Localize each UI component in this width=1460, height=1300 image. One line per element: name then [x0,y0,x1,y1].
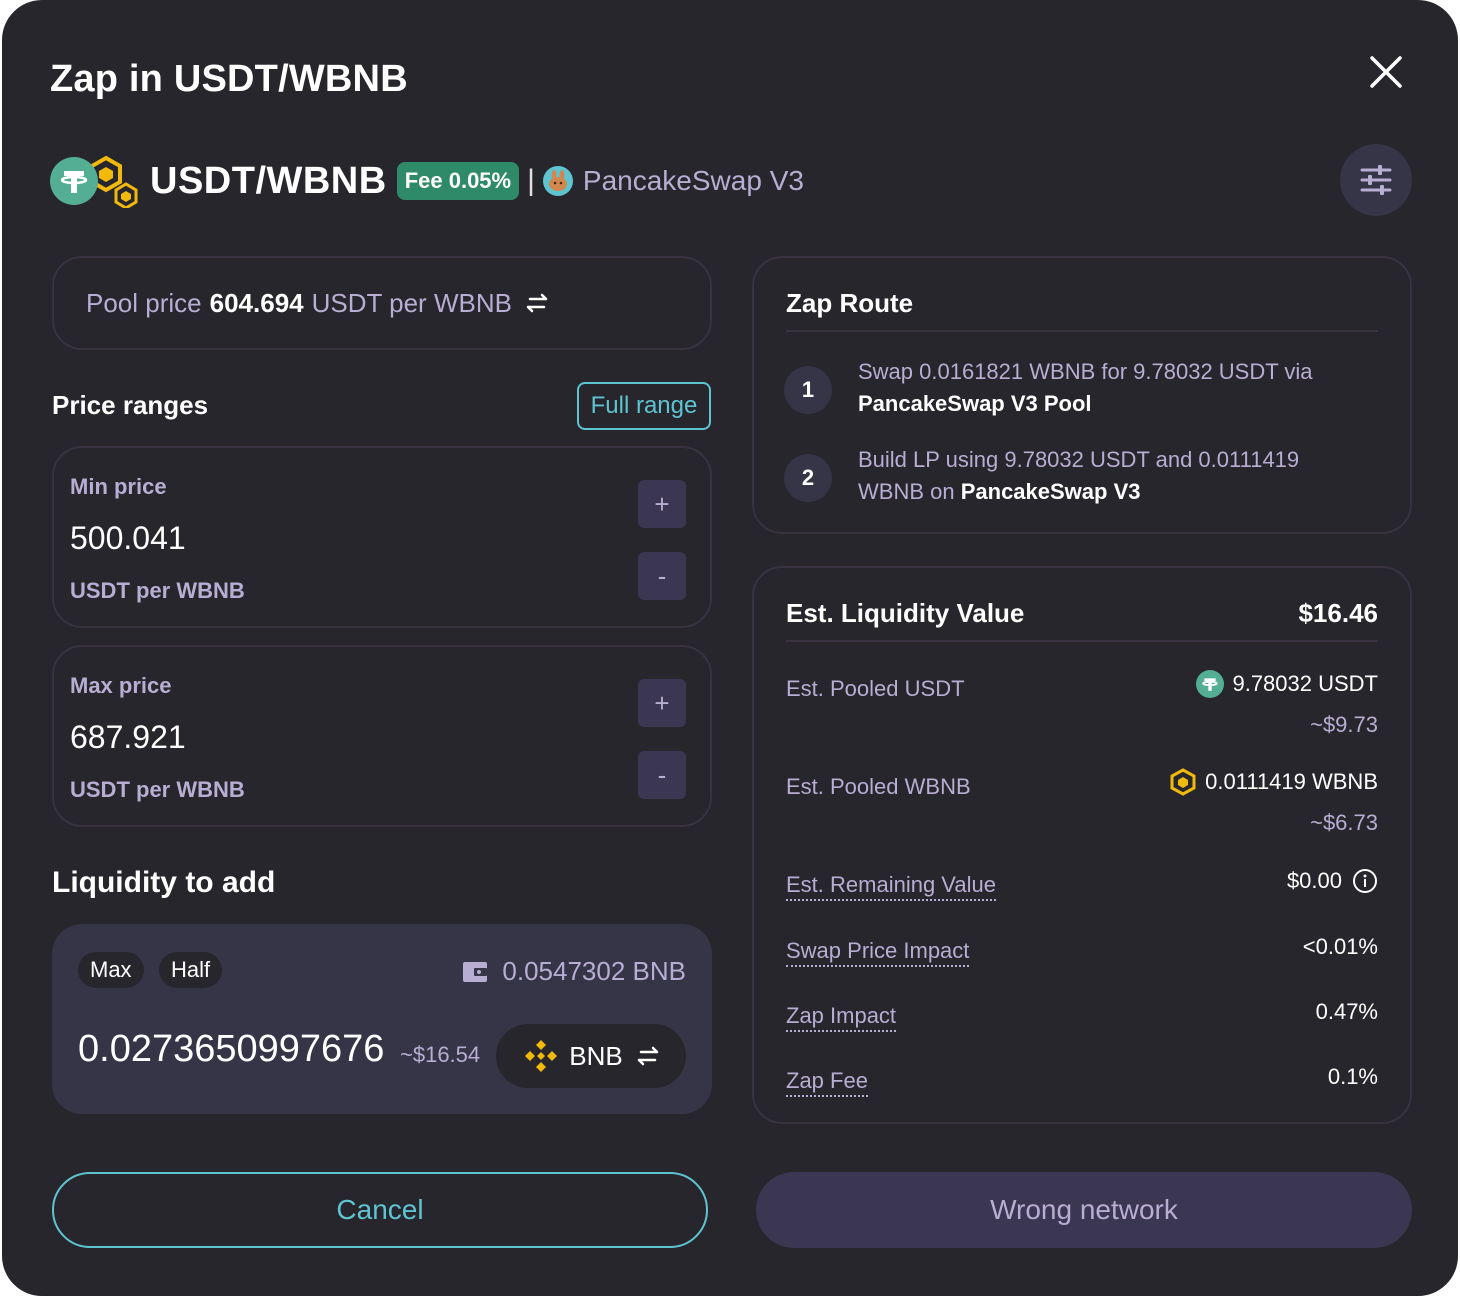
max-button[interactable]: Max [78,952,144,988]
swap-impact-value: <0.01% [1302,934,1378,959]
est-value-title: Est. Liquidity Value [786,598,1025,628]
max-price-unit: USDT per WBNB [70,777,245,802]
usdt-icon [50,157,98,205]
zap-route-title: Zap Route [786,288,914,318]
pooled-wbnb-label: Est. Pooled WBNB [786,774,971,799]
pooled-wbnb-usd: ~$6.73 [1310,810,1378,835]
remaining-value: $0.00 [1287,868,1378,894]
min-price-increase-button[interactable]: + [638,480,686,528]
est-value-total: $16.46 [1298,598,1378,628]
full-range-button[interactable]: Full range [577,382,711,430]
pooled-usdt-amount: 9.78032 USDT [1196,670,1378,698]
zap-modal: Zap in USDT/WBNB USDT/WBNB Fee 0.05% | P… [2,0,1458,1296]
swap-impact-text: Swap Price Impact [786,938,970,967]
max-price-decrease-button[interactable]: - [638,751,686,799]
estimated-value-card: Est. Liquidity Value $16.46 Est. Pooled … [752,566,1412,1124]
pooled-usdt-value: 9.78032 USDT [1232,671,1378,696]
route-step: Swap 0.0161821 WBNB for 9.78032 USDT via… [858,356,1358,420]
pair-name: USDT/WBNB [150,159,387,202]
pool-price: Pool price 604.694 USDT per WBNB [52,256,712,350]
remaining-value-label[interactable]: Est. Remaining Value [786,872,996,901]
settings-button[interactable] [1340,144,1412,216]
pool-price-label: Pool price [86,287,202,318]
wbnb-icon [1170,768,1196,796]
modal-title: Zap in USDT/WBNB [50,58,408,100]
min-price-input[interactable]: 500.041 [70,520,186,557]
bnb-icon [525,1040,558,1072]
info-icon[interactable] [1352,868,1378,894]
pool-price-unit: USDT per WBNB [311,287,512,318]
remaining-value-text: Est. Remaining Value [786,872,996,901]
zap-route-card: Zap Route 1 Swap 0.0161821 WBNB for 9.78… [752,256,1412,534]
token-symbol: BNB [569,1040,623,1071]
divider [786,330,1378,332]
zap-fee-value: 0.1% [1327,1064,1378,1089]
amount-usd-value: ~$16.54 [400,1042,481,1067]
route-step: Build LP using 9.78032 USDT and 0.011141… [858,444,1328,508]
wallet-balance-value: 0.0547302 BNB [502,956,686,986]
remaining-value-amount: $0.00 [1286,868,1342,893]
step-number: 1 [784,366,832,414]
min-price-decrease-button[interactable]: - [638,552,686,600]
swap-token-icon [637,1046,658,1066]
pool-price-value: 604.694 [209,287,304,318]
pooled-wbnb-amount: 0.0111419 WBNB [1169,768,1378,796]
step-number: 2 [784,454,832,502]
zap-impact-label[interactable]: Zap Impact [786,1003,897,1032]
zap-impact-value: 0.47% [1315,999,1378,1024]
separator: | [527,164,535,197]
pooled-usdt-usd: ~$9.73 [1310,712,1378,737]
wallet-icon [463,961,488,982]
max-price-label: Max price [70,673,172,698]
zap-fee-text: Zap Fee [786,1068,868,1097]
cancel-button[interactable]: Cancel [52,1172,708,1248]
liquidity-input-card: Max Half 0.0547302 BNB ~$16.54 B [52,924,712,1114]
max-price-increase-button[interactable]: + [638,679,686,727]
min-price-label: Min price [70,474,167,499]
wrong-network-button[interactable]: Wrong network [756,1172,1412,1248]
pooled-usdt-label: Est. Pooled USDT [786,676,965,701]
max-price-input[interactable]: 687.921 [70,719,186,756]
zap-impact-text: Zap Impact [786,1003,897,1032]
pancakeswap-icon [542,166,573,196]
usdt-icon [1196,670,1225,698]
fee-badge: Fee 0.05% [396,162,520,200]
price-ranges-heading: Price ranges [52,390,209,420]
divider [786,640,1378,642]
route-step-text: Swap 0.0161821 WBNB for 9.78032 USDT via [858,359,1313,384]
pair-header: USDT/WBNB Fee 0.05% | PancakeSwap V3 [50,154,804,210]
min-price-unit: USDT per WBNB [70,578,245,603]
max-price-box: Max price 687.921 USDT per WBNB + - [52,645,712,827]
pooled-wbnb-value: 0.0111419 WBNB [1205,769,1378,794]
swap-direction-icon[interactable] [524,292,550,314]
amount-input[interactable] [78,1028,388,1071]
min-price-box: Min price 500.041 USDT per WBNB + - [52,446,712,628]
liquidity-heading: Liquidity to add [52,866,276,899]
sliders-icon [1360,165,1392,195]
route-step-protocol: PancakeSwap V3 [960,479,1141,504]
close-icon[interactable] [1366,52,1406,92]
half-button[interactable]: Half [159,952,223,988]
token-selector[interactable]: BNB [496,1024,686,1088]
swap-impact-label[interactable]: Swap Price Impact [786,938,970,967]
wallet-balance: 0.0547302 BNB [462,956,686,987]
route-step-protocol: PancakeSwap V3 Pool [858,391,1092,416]
protocol-name: PancakeSwap V3 [582,165,804,196]
zap-fee-label[interactable]: Zap Fee [786,1068,868,1097]
